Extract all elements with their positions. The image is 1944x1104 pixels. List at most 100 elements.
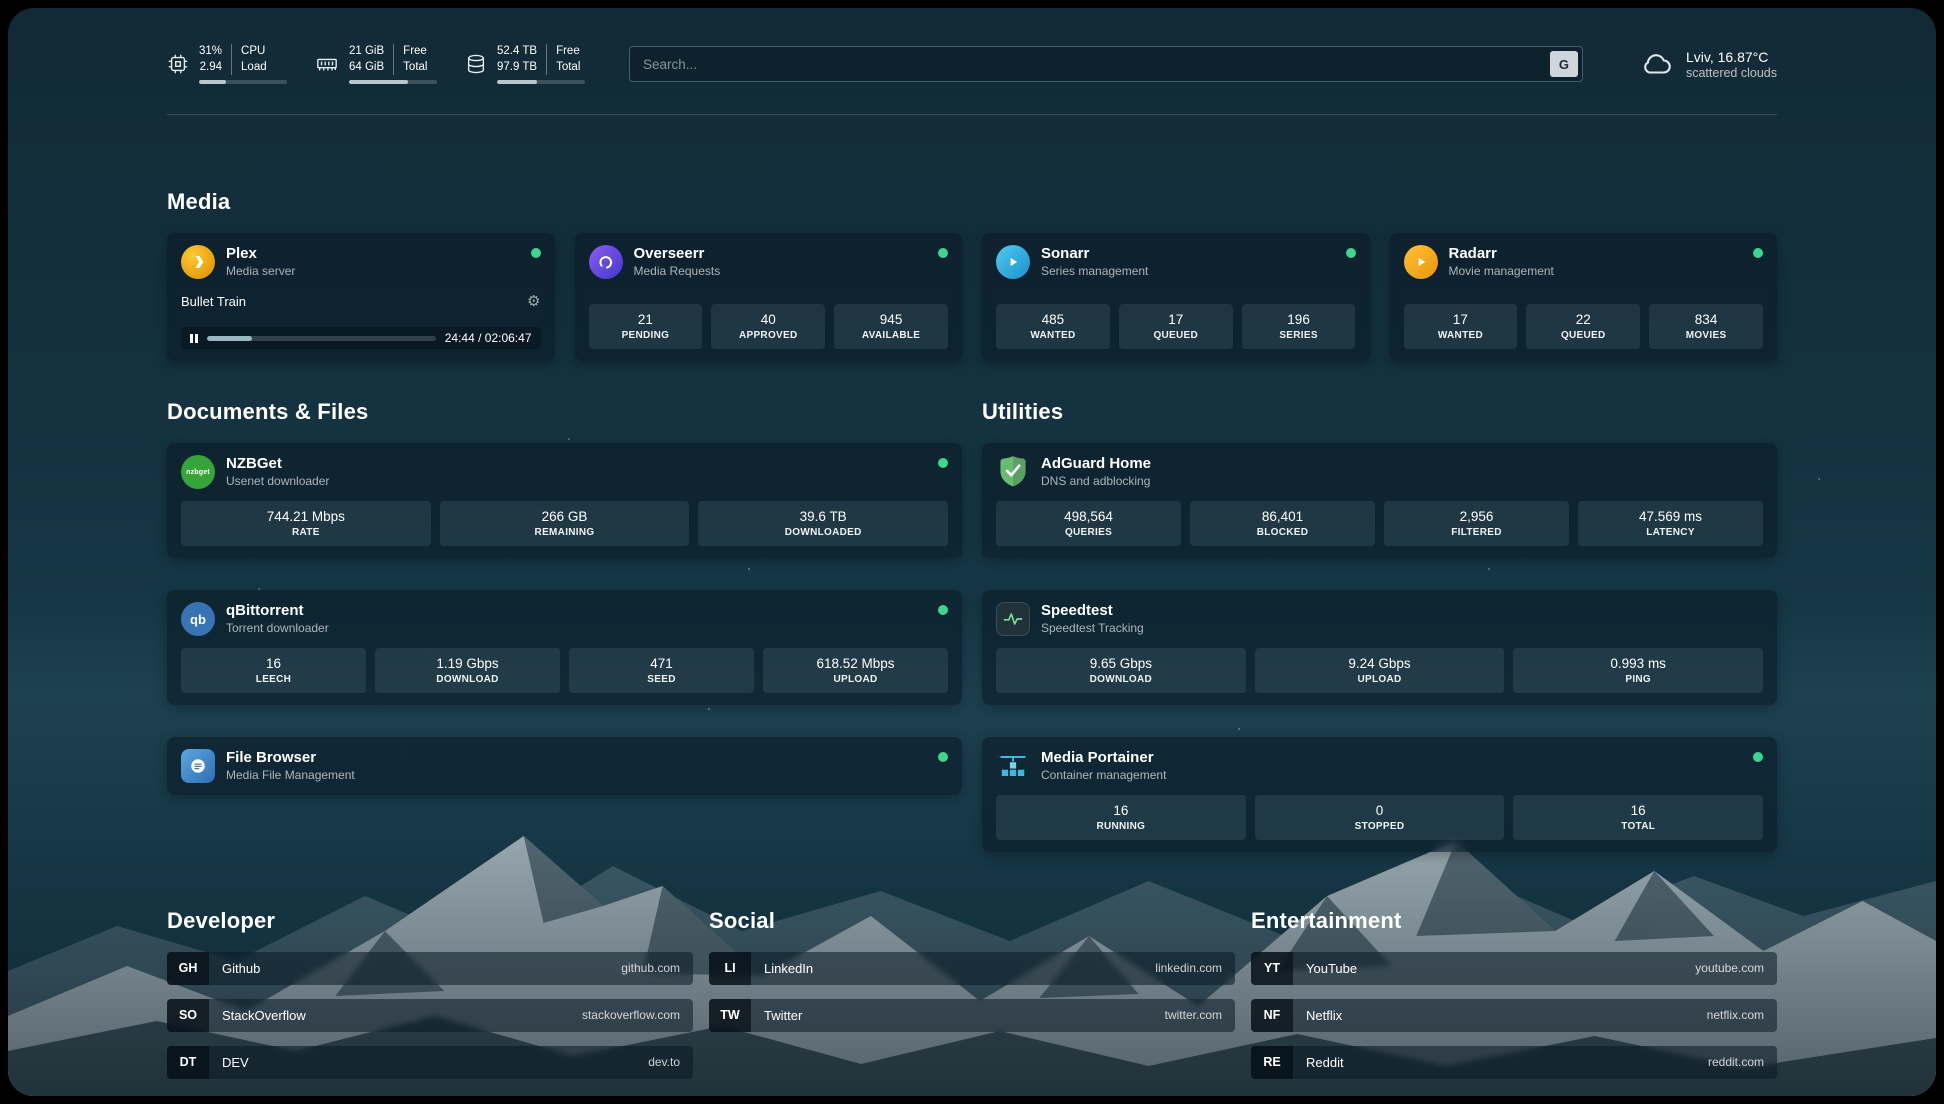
stat-label: TOTAL	[1517, 820, 1759, 834]
divider	[231, 44, 232, 75]
app-name: Speedtest	[1041, 602, 1763, 621]
bookmark-row-netflix[interactable]: NF Netflix netflix.com	[1251, 999, 1777, 1032]
adguard-shield-icon	[996, 455, 1030, 489]
stat-value: 47.569 ms	[1582, 508, 1759, 526]
app-card-overseerr[interactable]: Overseerr Media Requests 21PENDING 40APP…	[575, 233, 963, 361]
app-card-nzbget[interactable]: nzbget NZBGet Usenet downloader 744.21 M…	[167, 443, 962, 558]
stat-value: 21	[593, 311, 699, 329]
bookmark-abbr: RE	[1251, 1046, 1293, 1079]
stat-value: 17	[1123, 311, 1229, 329]
gear-icon[interactable]: ⚙	[527, 294, 540, 309]
status-dot	[1753, 248, 1763, 258]
section-title-entertainment: Entertainment	[1251, 908, 1777, 934]
stat-box: 2,956FILTERED	[1384, 501, 1569, 546]
divider	[393, 44, 394, 75]
memory-widget: 21 GiB 64 GiB Free Total	[315, 44, 437, 84]
stat-box: 9.65 GbpsDOWNLOAD	[996, 648, 1246, 693]
app-name: Media Portainer	[1041, 749, 1742, 768]
stat-box: 744.21 MbpsRATE	[181, 501, 431, 546]
search-engine-badge[interactable]: G	[1550, 51, 1578, 77]
cpu-widget: 31% 2.94 CPU Load	[167, 44, 287, 84]
stat-value: 86,401	[1194, 508, 1371, 526]
storage-free-value: 52.4 TB	[497, 44, 537, 60]
bookmark-abbr: GH	[167, 952, 209, 985]
bookmark-url: youtube.com	[1695, 961, 1764, 975]
stat-box: 834MOVIES	[1649, 304, 1763, 349]
bookmark-row-linkedin[interactable]: LI LinkedIn linkedin.com	[709, 952, 1235, 985]
bookmark-label: LinkedIn	[764, 961, 813, 976]
storage-widget: 52.4 TB 97.9 TB Free Total	[465, 44, 585, 84]
app-name: NZBGet	[226, 455, 927, 474]
stat-value: 16	[1517, 802, 1759, 820]
search-input[interactable]	[629, 46, 1583, 82]
stat-value: 9.24 Gbps	[1259, 655, 1501, 673]
bookmark-row-github[interactable]: GH Github github.com	[167, 952, 693, 985]
app-name: Sonarr	[1041, 245, 1335, 264]
memory-total-value: 64 GiB	[349, 60, 384, 76]
stat-value: 618.52 Mbps	[767, 655, 944, 673]
stat-value: 2,956	[1388, 508, 1565, 526]
memory-progress-fill	[349, 80, 408, 84]
snow-particles	[8, 8, 10, 10]
bookmark-row-twitter[interactable]: TW Twitter twitter.com	[709, 999, 1235, 1032]
stat-value: 945	[838, 311, 944, 329]
speedtest-pulse-icon	[996, 602, 1030, 636]
app-subtitle: Media File Management	[226, 768, 927, 784]
memory-free-label: Free	[403, 44, 427, 60]
weather-location: Lviv, 16.87°C	[1686, 49, 1777, 65]
stat-value: 744.21 Mbps	[185, 508, 427, 526]
bookmark-url: reddit.com	[1708, 1055, 1764, 1069]
stat-box: 39.6 TBDOWNLOADED	[698, 501, 948, 546]
app-card-plex[interactable]: Plex Media server Bullet Train ⚙ 24:44 /…	[167, 233, 555, 361]
memory-icon	[315, 53, 339, 75]
app-card-portainer[interactable]: Media Portainer Container management 16R…	[982, 737, 1777, 852]
system-stats: 31% 2.94 CPU Load	[167, 44, 585, 84]
app-card-speedtest[interactable]: Speedtest Speedtest Tracking 9.65 GbpsDO…	[982, 590, 1777, 705]
cpu-chip-icon	[167, 53, 189, 75]
stat-label: UPLOAD	[1259, 673, 1501, 687]
app-subtitle: Media Requests	[634, 264, 928, 280]
bookmark-abbr: LI	[709, 952, 751, 985]
app-subtitle: Series management	[1041, 264, 1335, 280]
cpu-progress-fill	[199, 80, 226, 84]
stat-box: 1.19 GbpsDOWNLOAD	[375, 648, 560, 693]
stat-label: DOWNLOAD	[379, 673, 556, 687]
bookmark-abbr: SO	[167, 999, 209, 1032]
pause-icon[interactable]	[190, 334, 198, 343]
app-subtitle: Torrent downloader	[226, 621, 927, 637]
app-name: Radarr	[1449, 245, 1743, 264]
portainer-icon	[996, 749, 1030, 783]
bookmark-row-reddit[interactable]: RE Reddit reddit.com	[1251, 1046, 1777, 1079]
storage-total-value: 97.9 TB	[497, 60, 537, 76]
stat-value: 471	[573, 655, 750, 673]
stat-box: 86,401BLOCKED	[1190, 501, 1375, 546]
stat-label: QUEUED	[1123, 329, 1229, 343]
seek-bar[interactable]	[207, 336, 436, 341]
stat-label: FILTERED	[1388, 526, 1565, 540]
app-card-radarr[interactable]: Radarr Movie management 17WANTED 22QUEUE…	[1390, 233, 1778, 361]
bookmark-label: Github	[222, 961, 260, 976]
bookmark-row-stackoverflow[interactable]: SO StackOverflow stackoverflow.com	[167, 999, 693, 1032]
stat-box: 0.993 msPING	[1513, 648, 1763, 693]
bookmark-url: dev.to	[648, 1055, 680, 1069]
overseerr-icon	[589, 245, 623, 279]
app-card-qbittorrent[interactable]: qb qBittorrent Torrent downloader 16LEEC…	[167, 590, 962, 705]
stat-box: 945AVAILABLE	[834, 304, 948, 349]
app-card-sonarr[interactable]: Sonarr Series management 485WANTED 17QUE…	[982, 233, 1370, 361]
bookmark-row-youtube[interactable]: YT YouTube youtube.com	[1251, 952, 1777, 985]
app-subtitle: Movie management	[1449, 264, 1743, 280]
weather-widget: Lviv, 16.87°C scattered clouds	[1639, 48, 1777, 81]
cpu-load-label: Load	[241, 60, 267, 76]
app-card-filebrowser[interactable]: File Browser Media File Management	[167, 737, 962, 795]
hard-drive-icon	[465, 53, 487, 75]
stat-label: BLOCKED	[1194, 526, 1371, 540]
bookmark-row-dev[interactable]: DT DEV dev.to	[167, 1046, 693, 1079]
storage-free-label: Free	[556, 44, 580, 60]
stat-label: DOWNLOADED	[702, 526, 944, 540]
bookmark-abbr: DT	[167, 1046, 209, 1079]
cpu-progress-bar	[199, 80, 287, 84]
filebrowser-icon	[181, 749, 215, 783]
app-card-adguard[interactable]: AdGuard Home DNS and adblocking 498,564Q…	[982, 443, 1777, 558]
stat-value: 16	[185, 655, 362, 673]
bookmark-label: DEV	[222, 1055, 249, 1070]
